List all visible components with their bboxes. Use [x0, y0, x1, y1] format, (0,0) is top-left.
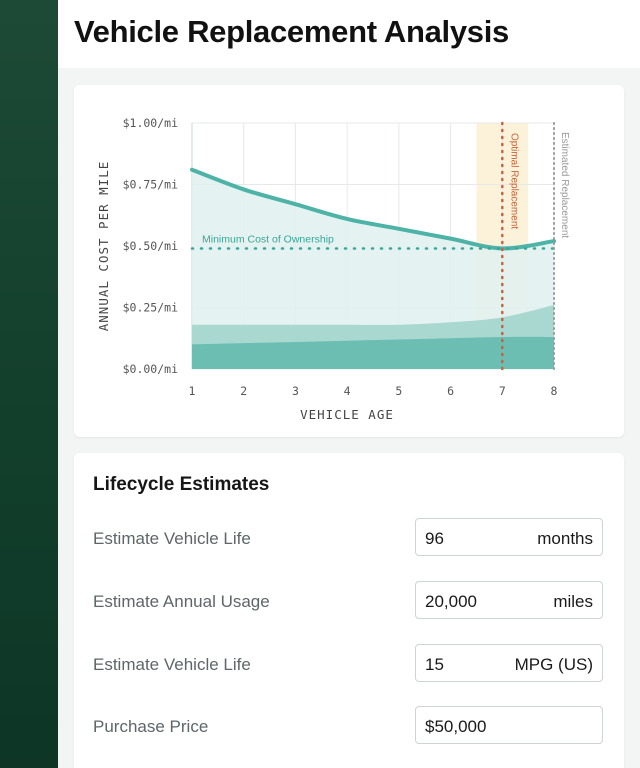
row-label: Purchase Price — [93, 717, 209, 736]
field-value: 15 — [425, 655, 444, 674]
estimated-label: Estimated Replacement — [559, 132, 570, 238]
row-vehicle-life: Estimate Vehicle Life 96 months — [74, 518, 624, 558]
annual-usage-input[interactable]: 20,000 miles — [415, 581, 603, 619]
x-tick-label: 7 — [499, 384, 506, 398]
chart-card: Minimum Cost of Ownership Optimal Replace… — [74, 85, 624, 437]
header: Vehicle Replacement Analysis — [58, 0, 640, 68]
y-tick-label: $0.75/mi — [123, 178, 178, 192]
y-tick-label: $0.50/mi — [123, 239, 178, 253]
y-tick-label: $0.00/mi — [123, 362, 178, 376]
purchase-price-input[interactable]: $50,000 — [415, 706, 603, 744]
row-fuel-economy: Estimate Vehicle Life 15 MPG (US) — [74, 644, 624, 684]
x-tick-label: 1 — [189, 384, 196, 398]
optimal-label: Optimal Replacement — [508, 133, 519, 229]
row-purchase-price: Purchase Price $50,000 — [74, 706, 624, 746]
x-tick-label: 4 — [344, 384, 351, 398]
x-tick-label: 3 — [292, 384, 299, 398]
sidebar — [0, 0, 58, 768]
x-tick-label: 6 — [447, 384, 454, 398]
lifecycle-card: Lifecycle Estimates Estimate Vehicle Lif… — [74, 453, 624, 768]
x-tick-label: 2 — [240, 384, 247, 398]
field-unit: months — [537, 529, 593, 548]
field-value: $50,000 — [425, 717, 487, 736]
min-cost-label: Minimum Cost of Ownership — [202, 233, 334, 245]
row-label: Estimate Annual Usage — [93, 592, 270, 611]
page-title: Vehicle Replacement Analysis — [74, 14, 510, 49]
section-title: Lifecycle Estimates — [93, 474, 270, 495]
y-tick-label: $1.00/mi — [123, 116, 178, 130]
row-annual-usage: Estimate Annual Usage 20,000 miles — [74, 581, 624, 621]
x-tick-label: 8 — [551, 384, 558, 398]
vehicle-life-input[interactable]: 96 months — [415, 518, 603, 556]
cost-chart: Minimum Cost of Ownership Optimal Replace… — [96, 116, 570, 422]
fuel-economy-input[interactable]: 15 MPG (US) — [415, 644, 603, 682]
x-axis-title: VEHICLE AGE — [300, 407, 394, 422]
y-tick-label: $0.25/mi — [123, 301, 178, 315]
field-unit: miles — [553, 592, 593, 611]
field-value: 20,000 — [425, 592, 477, 611]
x-tick-label: 5 — [395, 384, 402, 398]
row-label: Estimate Vehicle Life — [93, 529, 251, 548]
field-value: 96 — [425, 529, 444, 548]
field-unit: MPG (US) — [514, 655, 593, 674]
y-axis-title: ANNUAL COST PER MILE — [96, 161, 111, 332]
row-label: Estimate Vehicle Life — [93, 655, 251, 674]
